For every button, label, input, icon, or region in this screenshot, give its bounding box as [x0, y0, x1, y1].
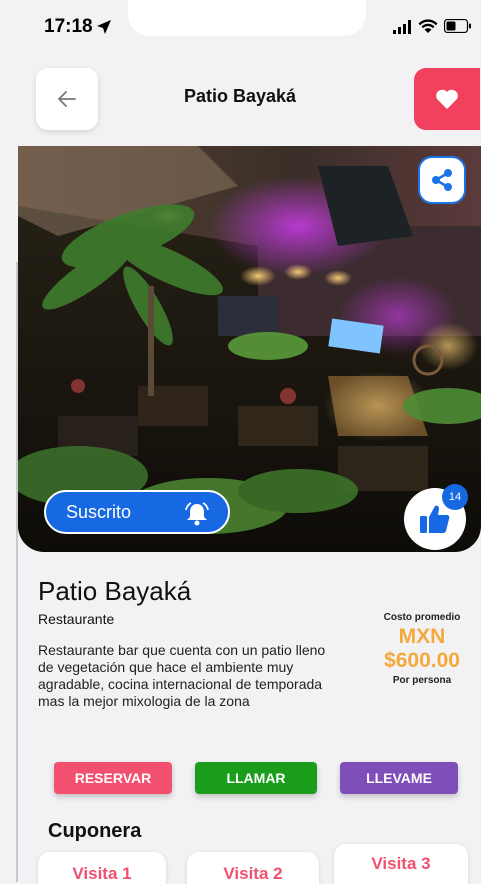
status-time: 17:18 [44, 16, 93, 37]
heart-icon [436, 89, 458, 109]
location-arrow-icon [97, 20, 111, 34]
back-button[interactable] [36, 68, 98, 130]
bell-icon [185, 502, 209, 526]
coupon-visit-1[interactable]: Visita 1 [38, 852, 166, 884]
coupons-title: Cuponera [48, 820, 142, 842]
reserve-button[interactable]: RESERVAR [54, 762, 172, 794]
status-bar: 17:18 [0, 0, 481, 56]
price-currency: MXN [398, 625, 446, 648]
restaurant-description: Restaurante bar que cuenta con un patio … [38, 642, 326, 709]
price-box: Costo promedio MXN $600.00 Por persona [372, 612, 472, 686]
subscribe-label: Suscrito [66, 501, 132, 522]
back-arrow-icon [58, 91, 76, 107]
restaurant-category: Restaurante [38, 611, 115, 627]
page-title: Patio Bayaká [183, 86, 297, 106]
coupon-visit-3[interactable]: Visita 3 [334, 844, 468, 884]
restaurant-name: Patio Bayaká [38, 576, 192, 606]
like-count-badge: 14 [442, 484, 468, 510]
battery-icon [444, 19, 471, 33]
top-bar: Patio Bayaká [0, 62, 481, 138]
share-icon [432, 169, 452, 191]
signal-icon [393, 20, 411, 34]
wifi-icon [418, 19, 438, 33]
app-screen: 17:18 Patio Bayaká Suscrito 14 Patio Bay… [0, 0, 481, 884]
hero-image: Suscrito 14 [18, 146, 481, 552]
subscribe-button[interactable]: Suscrito [44, 490, 230, 534]
favorite-button[interactable] [414, 68, 480, 130]
price-unit: Por persona [392, 675, 452, 686]
share-button[interactable] [418, 156, 466, 204]
notch [128, 0, 366, 36]
price-label: Costo promedio [383, 612, 461, 623]
call-button[interactable]: LLAMAR [195, 762, 317, 794]
price-value: $600.00 [384, 649, 460, 672]
coupon-visit-2[interactable]: Visita 2 [187, 852, 319, 884]
directions-button[interactable]: LLEVAME [340, 762, 458, 794]
